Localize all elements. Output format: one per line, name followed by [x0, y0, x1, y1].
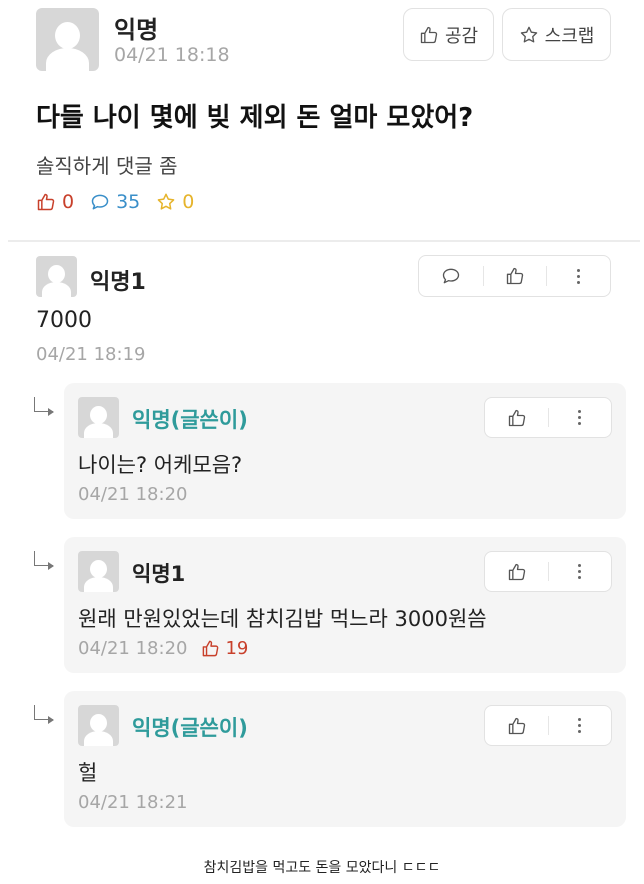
reply-text: 헐 — [78, 761, 98, 785]
more-vertical-icon — [578, 564, 581, 579]
reply-like-button[interactable] — [485, 552, 548, 591]
more-options-button[interactable] — [548, 706, 611, 745]
thumbs-up-icon — [203, 640, 219, 657]
reply-like-button[interactable] — [485, 398, 548, 437]
reply-meta: 04/21 18:20 19 — [78, 638, 248, 659]
more-options-button[interactable] — [548, 398, 611, 437]
reply-arrow-icon — [34, 551, 54, 570]
commenter-name: 익명1 — [132, 562, 186, 586]
reply-item: 익명1 원래 만원있었는데 참치김밥 먹느라 3000원씀 04/21 18:2… — [64, 537, 626, 673]
comment-actions — [418, 255, 611, 297]
post-author-name: 익명 — [114, 16, 159, 44]
reply-item: 익명(글쓴이) 나이는? 어케모음? 04/21 18:20 — [64, 383, 626, 519]
reply-time: 04/21 18:20 — [78, 484, 188, 505]
thumbs-up-icon — [506, 267, 523, 285]
more-vertical-icon — [576, 268, 580, 284]
commenter-avatar — [36, 256, 77, 297]
reply-button[interactable] — [419, 256, 483, 296]
comment-count: 35 — [116, 191, 141, 213]
thumbs-up-icon — [420, 26, 438, 43]
post-title: 다들 나이 몇에 빚 제외 돈 얼마 모았어? — [36, 103, 474, 133]
more-options-button[interactable] — [546, 256, 610, 296]
commenter-avatar — [78, 705, 119, 746]
comment-bubble-icon — [442, 268, 459, 284]
like-count: 0 — [62, 191, 75, 213]
post-timestamp: 04/21 18:18 — [114, 44, 230, 66]
more-vertical-icon — [578, 410, 581, 425]
star-icon — [157, 193, 175, 210]
image-caption: 참치김밥을 먹고도 돈을 모았다니 ㄷㄷㄷ — [203, 860, 441, 876]
reply-arrow-icon — [34, 705, 54, 724]
reply-like-button[interactable] — [485, 706, 548, 745]
scrap-button-label: 스크랩 — [544, 25, 595, 47]
reply-item: 익명(글쓴이) 헐 04/21 18:21 — [64, 691, 626, 827]
commenter-name: 익명(글쓴이) — [132, 408, 248, 432]
reply-time: 04/21 18:21 — [78, 792, 188, 813]
reply-text: 원래 만원있었는데 참치김밥 먹느라 3000원씀 — [78, 607, 487, 631]
post-body: 솔직하게 댓글 좀 — [36, 154, 178, 178]
commenter-avatar — [78, 397, 119, 438]
post-stats: 0 35 0 — [36, 190, 194, 214]
reply-arrow-icon — [34, 397, 54, 416]
like-button-label: 공감 — [444, 25, 479, 47]
scrap-button[interactable]: 스크랩 — [502, 8, 611, 61]
comment-like-button[interactable] — [482, 256, 547, 296]
author-avatar — [36, 8, 99, 71]
star-icon — [520, 26, 537, 42]
commenter-avatar — [78, 551, 119, 592]
commenter-name: 익명(글쓴이) — [132, 716, 248, 740]
like-button[interactable]: 공감 — [403, 8, 494, 61]
more-options-button[interactable] — [548, 552, 611, 591]
thumbs-up-icon — [508, 717, 525, 734]
reply-actions — [484, 397, 612, 438]
reply-text: 나이는? 어케모음? — [78, 453, 243, 477]
section-divider — [8, 240, 640, 242]
comment-bubble-icon — [91, 194, 109, 210]
comment-text: 7000 — [36, 308, 92, 333]
reply-actions — [484, 551, 612, 592]
thumbs-up-icon — [37, 193, 55, 211]
thumbs-up-icon — [508, 409, 525, 426]
scrap-count: 0 — [182, 191, 195, 213]
reply-like-count: 19 — [225, 638, 249, 659]
thumbs-up-icon — [508, 563, 525, 580]
reply-time: 04/21 18:20 — [78, 638, 188, 659]
reply-actions — [484, 705, 612, 746]
commenter-name: 익명1 — [90, 270, 146, 295]
comment-time: 04/21 18:19 — [36, 344, 146, 365]
more-vertical-icon — [578, 718, 581, 733]
